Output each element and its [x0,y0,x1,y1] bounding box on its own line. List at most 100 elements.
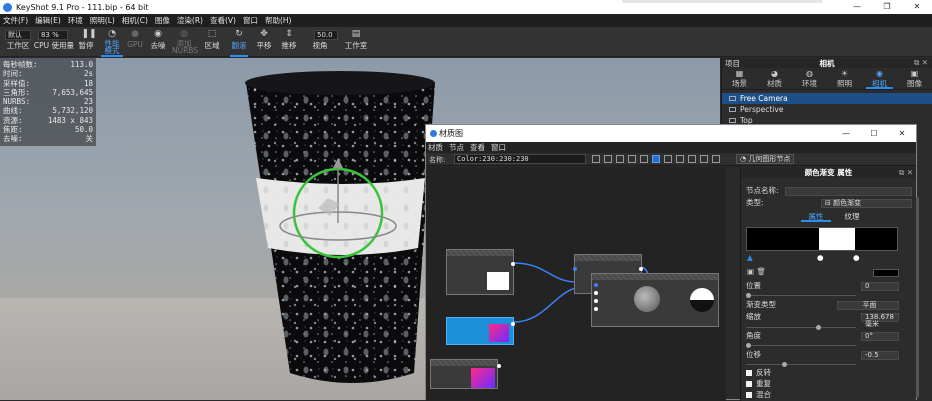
material-name-field[interactable]: Color:230:230:230 [454,154,586,164]
close-button[interactable]: ✕ [902,0,932,14]
menu-image[interactable]: 图像 [155,15,170,26]
minimize-button[interactable]: — [842,0,872,14]
menu-file[interactable]: 文件(F) [3,15,28,26]
fit-icon[interactable] [700,155,708,163]
menu-render[interactable]: 渲染(R) [177,15,203,26]
properties-scrollbar[interactable] [916,197,919,397]
gpu-button[interactable]: ● GPU [126,27,144,57]
slider-knob[interactable] [782,362,787,367]
slider-knob[interactable] [746,343,751,348]
menu-window[interactable]: 窗口 [243,15,258,26]
target-icon[interactable] [616,155,624,163]
pan-button[interactable]: ✥ 平移 [253,27,275,57]
maximize-button[interactable]: ❐ [872,0,902,14]
label-texture-node[interactable] [446,249,515,295]
region-button[interactable]: ⬚ 区域 [201,27,223,57]
invert-checkbox[interactable]: 反转 [746,368,771,378]
menu-help[interactable]: 帮助(H) [265,15,292,26]
tab-properties[interactable]: 属性 [801,212,831,222]
gradient-stop-marker[interactable]: ● [853,253,860,262]
mg-menu-node[interactable]: 节点 [449,142,464,153]
shift-slider[interactable] [746,362,856,367]
position-slider[interactable] [746,293,856,298]
mg-menu-view[interactable]: 查看 [470,142,485,153]
distribute-icon[interactable] [676,155,684,163]
mg-close-button[interactable]: ✕ [888,125,916,142]
workspace-select[interactable]: 默认 [5,30,31,40]
gradient-ramp[interactable] [746,227,898,251]
fov-field[interactable]: 50.0 [314,30,338,40]
add-nurbs-button[interactable]: ◍ 添加 NURBS [172,27,198,57]
layout-icon[interactable] [640,155,648,163]
blend-checkbox[interactable]: 混合 [746,390,771,400]
mg-menu-material[interactable]: 材质 [428,142,443,153]
scale-field[interactable]: 138.678毫米 [861,313,899,328]
slider-knob[interactable] [816,325,821,330]
node-properties-panel: 颜色渐变 属性 ⧉ ✕ 节点名称: 类型: ⊟ 颜色渐变 属性 纹理 ▲ ● ●… [740,167,916,401]
slider-knob[interactable] [746,293,751,298]
geometry-node-button[interactable]: ◔ 几何图形节点 [736,154,795,164]
mg-maximize-button[interactable]: ☐ [860,125,888,142]
camera-item[interactable]: Perspective [722,104,932,115]
node-input-port[interactable] [573,267,577,271]
position-field[interactable]: 0 [861,282,899,291]
dolly-button[interactable]: ⇕ 推移 [278,27,300,57]
tab-environment[interactable]: ◍ 环境 [792,68,827,89]
menu-camera[interactable]: 相机(C) [122,15,148,26]
node-input-port[interactable] [594,307,598,311]
denoise-button[interactable]: ◉ 去噪 [147,27,169,57]
tab-scene[interactable]: ▦ 场景 [722,68,757,89]
panel-close-icon[interactable]: ⧉ ✕ [914,58,928,68]
mg-menu-window[interactable]: 窗口 [491,142,506,153]
menu-environment[interactable]: 环境 [68,15,83,26]
node-output-port[interactable] [497,364,501,368]
node-output-port[interactable] [639,267,643,271]
node-input-port[interactable] [594,283,598,287]
camera-item[interactable]: Free Camera [722,93,932,104]
node-input-port[interactable] [594,299,598,303]
gradient-stop-marker[interactable]: ▲ [747,253,753,262]
performance-mode-button[interactable]: ◔ 性能 模式 [99,27,125,57]
delete-icon[interactable] [712,155,720,163]
tab-image[interactable]: ▣ 图像 [897,68,932,89]
menu-view[interactable]: 查看(V) [210,15,236,26]
material-graph-window: 材质图 — ☐ ✕ 材质 节点 查看 窗口 名称: Color:230:230:… [425,124,917,401]
tab-texture[interactable]: 纹理 [837,212,867,222]
color-gradient-node-selected[interactable] [446,317,515,345]
align-icon[interactable] [664,155,672,163]
color-gradient-node[interactable] [430,359,501,389]
tumble-button[interactable]: ↻ 翻滚 [228,27,250,57]
gradient-stop-marker[interactable]: ● [817,253,824,262]
gradient-type-select[interactable]: 平面 [837,301,899,310]
node-canvas[interactable] [426,167,726,401]
frame-icon[interactable] [688,155,696,163]
tab-camera[interactable]: ◉ 相机 [862,68,897,89]
menu-edit[interactable]: 编辑(E) [35,15,61,26]
tab-materials[interactable]: ◕ 材质 [757,68,792,89]
mg-minimize-button[interactable]: — [832,125,860,142]
studio-button[interactable]: ▤ 工作室 [342,27,370,57]
node-output-port[interactable] [511,322,515,326]
material-output-node[interactable] [591,273,719,327]
angle-slider[interactable] [746,343,856,348]
scale-slider[interactable] [746,325,856,330]
grid-icon[interactable] [628,155,636,163]
save-icon[interactable] [592,155,600,163]
node-name-field[interactable] [785,187,912,196]
color-picker-icon[interactable]: ▣ 🗑 [747,267,766,276]
type-select[interactable]: ⊟ 颜色渐变 [821,199,912,208]
shift-field[interactable]: -0.5 [861,351,899,360]
node-input-port[interactable] [594,291,598,295]
angle-field[interactable]: 0° [861,332,899,341]
node-active-icon[interactable] [652,155,660,163]
node-output-port[interactable] [511,262,515,266]
menu-lighting[interactable]: 照明(L) [90,15,115,26]
properties-close-icon[interactable]: ⧉ ✕ [899,167,913,178]
pause-button[interactable]: ❚❚ 暂停 [75,27,97,57]
repeat-checkbox[interactable]: 重复 [746,379,771,389]
tab-lighting[interactable]: ☀ 照明 [827,68,862,89]
stop-color-swatch[interactable] [873,269,899,277]
image-icon: ▣ [910,69,919,78]
zoom-icon[interactable] [604,155,612,163]
cpu-usage-field[interactable]: 83 % [38,30,68,40]
